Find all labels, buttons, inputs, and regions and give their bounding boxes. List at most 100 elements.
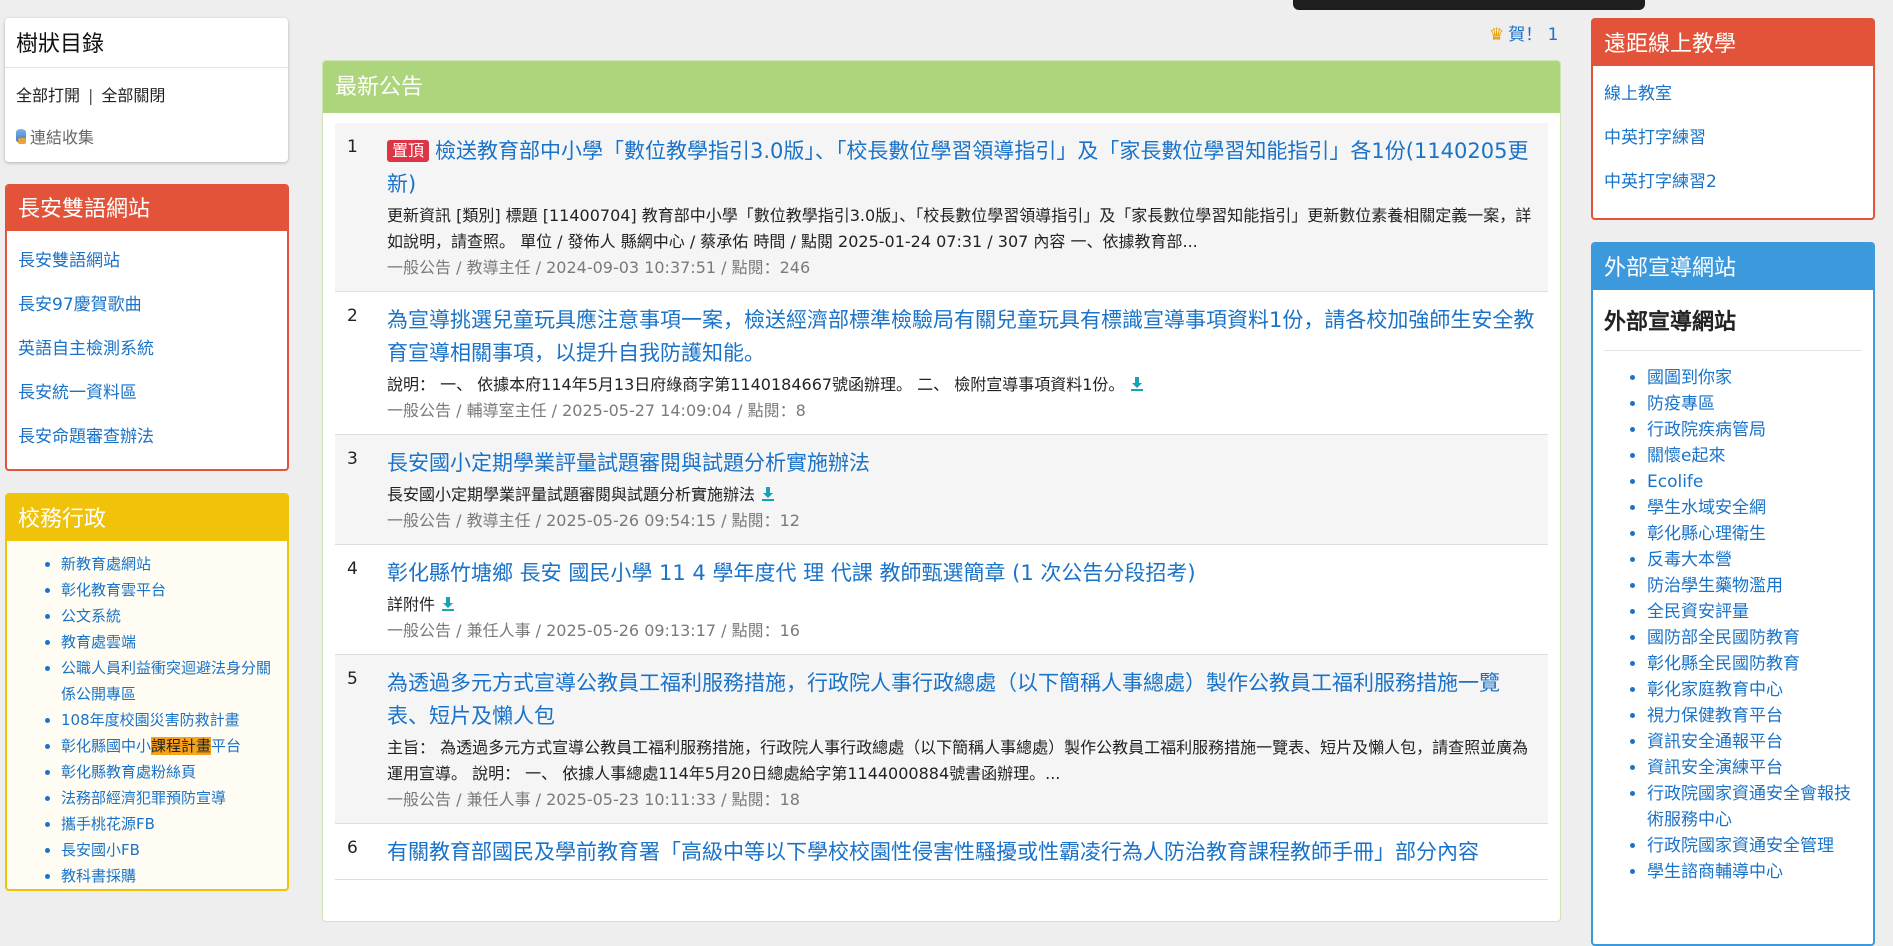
bilingual-panel-title: 長安雙語網站 <box>7 186 287 231</box>
bilingual-panel: 長安雙語網站 長安雙語網站 長安97慶賀歌曲 英語自主檢測系統 長安統一資料區 … <box>5 184 289 471</box>
admin-link[interactable]: 108年度校園災害防救計畫 <box>61 711 240 729</box>
remote-link[interactable]: 中英打字練習 <box>1604 128 1706 148</box>
external-link[interactable]: 資訊安全演練平台 <box>1647 758 1783 778</box>
top-toolbar <box>1293 0 1645 10</box>
announcement-row: 3 長安國小定期學業評量試題審閱與試題分析實施辦法 長安國小定期學業評量試題審閱… <box>335 435 1548 545</box>
external-link[interactable]: 反毒大本營 <box>1647 550 1732 570</box>
announcement-number: 5 <box>347 669 358 689</box>
right-column: 遠距線上教學 線上教室 中英打字練習 中英打字練習2 外部宣導網站 外部宣導網站… <box>1591 18 1875 946</box>
download-icon[interactable] <box>761 486 775 502</box>
announcement-title-link[interactable]: 有關教育部國民及學前教育署「高級中等以下學校校園性侵害性騷擾或性霸凌行為人防治教… <box>387 840 1479 864</box>
announcement-row: 1 置頂 檢送教育部中小學「數位教學指引3.0版」、「校長數位學習領導指引」及「家… <box>335 123 1548 292</box>
external-link[interactable]: 防治學生藥物濫用 <box>1647 576 1783 596</box>
tree-operations: 全部打開 | 全部關閉 <box>5 68 288 114</box>
separator: | <box>88 86 94 105</box>
announcements-panel: 最新公告 1 置頂 檢送教育部中小學「數位教學指引3.0版」、「校長數位學習領導指… <box>322 60 1561 922</box>
external-link[interactable]: Ecolife <box>1647 472 1703 492</box>
external-sites-list: 國圖到你家 防疫專區 行政院疾病管局 關懷e起來 Ecolife 學生水域安全網… <box>1593 351 1873 885</box>
announcement-number: 1 <box>347 137 358 157</box>
admin-link[interactable]: 攜手桃花源FB <box>61 815 155 833</box>
announcement-meta: 一般公告 / 教導主任 / 2025-05-26 09:54:15 / 點閱：1… <box>387 511 800 530</box>
announcement-row: 5 為透過多元方式宣導公教員工福利服務措施，行政院人事行政總處（以下簡稱人事總處… <box>335 655 1548 824</box>
external-link[interactable]: 行政院國家資通安全管理 <box>1647 836 1834 856</box>
external-sites-subtitle: 外部宣導網站 <box>1604 290 1862 351</box>
announcement-row: 2 為宣導挑選兒童玩具應注意事項一案，檢送經濟部標準檢驗局有關兒童玩具有標識宣導… <box>335 292 1548 435</box>
remote-link[interactable]: 線上教室 <box>1604 84 1672 104</box>
remote-teaching-list: 線上教室 中英打字練習 中英打字練習2 <box>1593 66 1873 218</box>
remote-link[interactable]: 中英打字練習2 <box>1604 172 1717 192</box>
bilingual-link[interactable]: 長安命題審查辦法 <box>18 427 154 447</box>
external-link[interactable]: 彰化縣心理衛生 <box>1647 524 1766 544</box>
external-link[interactable]: 彰化縣全民國防教育 <box>1647 654 1800 674</box>
remote-teaching-title: 遠距線上教學 <box>1593 20 1873 66</box>
pinned-badge: 置頂 <box>387 140 430 162</box>
external-link[interactable]: 關懷e起來 <box>1647 446 1725 466</box>
announcement-title-link[interactable]: 檢送教育部中小學「數位教學指引3.0版」、「校長數位學習領導指引」及「家長數位學… <box>387 139 1529 196</box>
announcement-number: 4 <box>347 559 358 579</box>
announcement-description: 主旨： 為透過多元方式宣導公教員工福利服務措施，行政院人事行政總處（以下簡稱人事… <box>387 738 1529 783</box>
link-collection-label: 連結收集 <box>30 128 95 147</box>
external-link[interactable]: 視力保健教育平台 <box>1647 706 1783 726</box>
admin-list: 新教育處網站 彰化教育雲平台 公文系統 教育處雲端 公職人員利益衝突迴避法身分關… <box>7 541 287 889</box>
admin-link[interactable]: 公文系統 <box>61 607 121 625</box>
announcement-number: 6 <box>347 838 358 858</box>
announcement-row: 4 彰化縣竹塘鄉 長安 國民小學 11 4 學年度代 理 代課 教師甄選簡章 (… <box>335 545 1548 655</box>
admin-link[interactable]: 彰化教育雲平台 <box>61 581 166 599</box>
announcement-row: 6 有關教育部國民及學前教育署「高級中等以下學校校園性侵害性騷擾或性霸凌行為人防… <box>335 824 1548 880</box>
external-sites-panel: 外部宣導網站 外部宣導網站 國圖到你家 防疫專區 行政院疾病管局 關懷e起來 E… <box>1591 242 1875 946</box>
bilingual-link[interactable]: 長安97慶賀歌曲 <box>18 295 142 315</box>
collapse-all-link[interactable]: 全部關閉 <box>101 86 165 105</box>
external-link[interactable]: 國圖到你家 <box>1647 368 1732 388</box>
bilingual-list: 長安雙語網站 長安97慶賀歌曲 英語自主檢測系統 長安統一資料區 長安命題審查辦… <box>7 231 287 469</box>
admin-link[interactable]: 彰化縣教育處粉絲頁 <box>61 763 196 781</box>
admin-link[interactable]: 新教育處網站 <box>61 555 151 573</box>
tree-directory-box: 樹狀目錄 全部打開 | 全部關閉 連結收集 <box>5 18 288 162</box>
course-plan-link[interactable]: 彰化縣國中小課程計畫平台 <box>61 737 241 755</box>
announcement-meta: 一般公告 / 輔導室主任 / 2025-05-27 14:09:04 / 點閱：… <box>387 401 806 420</box>
course-plan-after: 平台 <box>211 737 242 755</box>
link-collection-item[interactable]: 連結收集 <box>5 114 288 162</box>
external-link[interactable]: 學生水域安全網 <box>1647 498 1766 518</box>
announcement-meta: 一般公告 / 教導主任 / 2024-09-03 10:37:51 / 點閱：2… <box>387 258 811 277</box>
admin-link[interactable]: 法務部經濟犯罪預防宣導 <box>61 789 226 807</box>
external-link[interactable]: 資訊安全通報平台 <box>1647 732 1783 752</box>
external-link[interactable]: 行政院疾病管局 <box>1647 420 1766 440</box>
bilingual-link[interactable]: 英語自主檢測系統 <box>18 339 154 359</box>
announcement-title-link[interactable]: 長安國小定期學業評量試題審閱與試題分析實施辦法 <box>387 451 870 475</box>
announcements-list: 1 置頂 檢送教育部中小學「數位教學指引3.0版」、「校長數位學習領導指引」及「家… <box>323 113 1560 880</box>
announcement-title-link[interactable]: 為宣導挑選兒童玩具應注意事項一案，檢送經濟部標準檢驗局有關兒童玩具有標識宣導事項… <box>387 308 1534 365</box>
remote-teaching-panel: 遠距線上教學 線上教室 中英打字練習 中英打字練習2 <box>1591 18 1875 220</box>
admin-panel: 校務行政 新教育處網站 彰化教育雲平台 公文系統 教育處雲端 公職人員利益衝突迴… <box>5 493 289 891</box>
announcement-title-link[interactable]: 為透過多元方式宣導公教員工福利服務措施，行政院人事行政總處（以下簡稱人事總處）製… <box>387 671 1500 728</box>
download-icon[interactable] <box>1130 376 1144 392</box>
external-link[interactable]: 國防部全民國防教育 <box>1647 628 1800 648</box>
announcement-description: 詳附件 <box>387 595 436 614</box>
announcement-description: 長安國小定期學業評量試題審閱與試題分析實施辦法 <box>387 485 756 504</box>
external-link[interactable]: 彰化家庭教育中心 <box>1647 680 1783 700</box>
expand-all-link[interactable]: 全部打開 <box>16 86 80 105</box>
announcement-number: 3 <box>347 449 358 469</box>
crown-icon: ♛ <box>1489 25 1505 45</box>
admin-link[interactable]: 教科書採購 <box>61 867 136 885</box>
admin-link[interactable]: 長安國小FB <box>61 841 140 859</box>
external-link[interactable]: 學生諮商輔導中心 <box>1647 862 1783 882</box>
course-plan-before: 彰化縣國中小 <box>61 737 152 755</box>
announcement-number: 2 <box>347 306 358 326</box>
download-icon[interactable] <box>441 596 455 612</box>
congrats-text: 賀！ 1 <box>1508 25 1559 45</box>
announcement-meta: 一般公告 / 兼任人事 / 2025-05-26 09:13:17 / 點閱：1… <box>387 621 800 640</box>
announcement-description: 更新資訊 [類別] 標題 [11400704] 教育部中小學「數位教學指引3.0… <box>387 206 1532 251</box>
external-link[interactable]: 行政院國家資通安全會報技術服務中心 <box>1647 784 1851 830</box>
external-link[interactable]: 全民資安評量 <box>1647 602 1749 622</box>
announcement-title-link[interactable]: 彰化縣竹塘鄉 長安 國民小學 11 4 學年度代 理 代課 教師甄選簡章 (1 … <box>387 561 1196 585</box>
congrats-marquee[interactable]: ♛ 賀！ 1 <box>1489 20 1559 45</box>
announcement-description: 說明： 一、 依據本府114年5月13日府綠商字第1140184667號函辦理。… <box>387 375 1125 394</box>
admin-link[interactable]: 教育處雲端 <box>61 633 136 651</box>
bilingual-link[interactable]: 長安雙語網站 <box>18 251 120 271</box>
external-link[interactable]: 防疫專區 <box>1647 394 1715 414</box>
announcement-meta: 一般公告 / 兼任人事 / 2025-05-23 10:11:33 / 點閱：1… <box>387 790 800 809</box>
bilingual-link[interactable]: 長安統一資料區 <box>18 383 137 403</box>
external-sites-title: 外部宣導網站 <box>1593 244 1873 290</box>
admin-link[interactable]: 公職人員利益衝突迴避法身分關係公開專區 <box>61 659 271 703</box>
left-column: 樹狀目錄 全部打開 | 全部關閉 連結收集 長安雙語網站 長安雙語網站 長安97慶賀… <box>5 18 289 891</box>
